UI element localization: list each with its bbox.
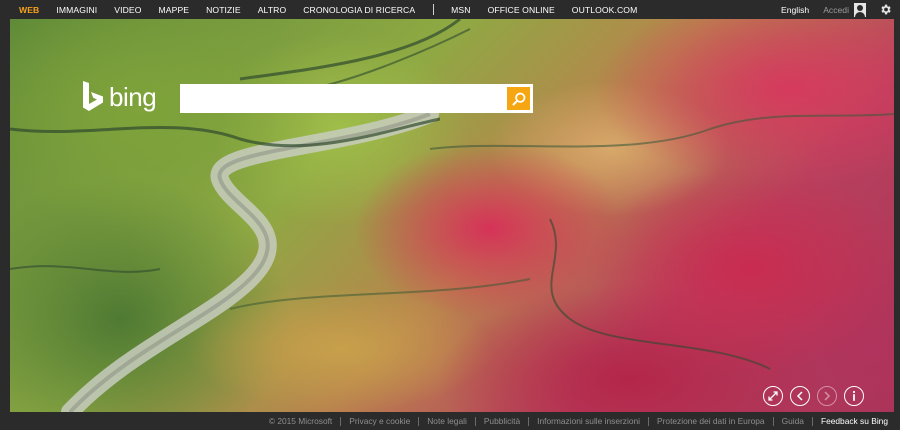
- language-link[interactable]: English: [781, 5, 809, 15]
- footer-link-help[interactable]: Guida: [782, 416, 804, 426]
- bing-wordmark: bing: [109, 81, 157, 112]
- main-nav: WEB IMMAGINI VIDEO MAPPE NOTIZIE ALTRO C…: [0, 0, 654, 19]
- nav-link-outlook[interactable]: OUTLOOK.COM: [572, 5, 638, 15]
- nav-item-immagini[interactable]: IMMAGINI: [56, 5, 97, 15]
- expand-icon: [768, 391, 778, 401]
- bing-logo-icon: [83, 81, 103, 111]
- nav-item-web[interactable]: WEB: [19, 5, 39, 15]
- search-box: [180, 84, 533, 113]
- search-button[interactable]: [507, 87, 530, 110]
- bing-homepage: WEB IMMAGINI VIDEO MAPPE NOTIZIE ALTRO C…: [0, 0, 900, 430]
- nav-link-msn[interactable]: MSN: [451, 5, 470, 15]
- copyright-text: © 2015 Microsoft: [268, 416, 333, 426]
- expand-button[interactable]: [763, 386, 783, 406]
- chevron-right-icon: [824, 391, 831, 401]
- footer-divider: [418, 416, 420, 426]
- background-image: [10, 19, 894, 412]
- next-image-button[interactable]: [817, 386, 837, 406]
- info-icon: [852, 390, 856, 401]
- gear-icon[interactable]: [879, 3, 892, 16]
- nav-item-video[interactable]: VIDEO: [114, 5, 141, 15]
- search-icon: [512, 92, 525, 105]
- footer-link-eu-privacy[interactable]: Protezione dei dati in Europa: [657, 416, 765, 426]
- nav-link-office-online[interactable]: OFFICE ONLINE: [488, 5, 555, 15]
- nav-item-altro[interactable]: ALTRO: [258, 5, 287, 15]
- footer-divider: [772, 416, 774, 426]
- bing-logo[interactable]: bing: [81, 80, 157, 114]
- river-pattern: [10, 19, 894, 412]
- footer-divider: [648, 416, 650, 426]
- footer-divider: [811, 416, 813, 426]
- footer-link-privacy[interactable]: Privacy e cookie: [349, 416, 410, 426]
- user-icon[interactable]: [854, 2, 866, 17]
- signin-link[interactable]: Accedi: [823, 5, 849, 15]
- footer-divider: [340, 416, 342, 426]
- nav-item-notizie[interactable]: NOTIZIE: [206, 5, 241, 15]
- nav-item-mappe[interactable]: MAPPE: [159, 5, 190, 15]
- footer-link-ad-info[interactable]: Informazioni sulle inserzioni: [537, 416, 640, 426]
- footer-divider: [528, 416, 530, 426]
- footer: © 2015 Microsoft Privacy e cookie Note l…: [0, 412, 900, 430]
- header-tools: English Accedi: [781, 0, 900, 19]
- image-controls: [763, 386, 871, 406]
- feedback-link[interactable]: Feedback su Bing: [821, 416, 888, 426]
- footer-divider: [474, 416, 476, 426]
- top-bar: WEB IMMAGINI VIDEO MAPPE NOTIZIE ALTRO C…: [0, 0, 900, 19]
- footer-link-legal[interactable]: Note legali: [427, 416, 467, 426]
- previous-image-button[interactable]: [790, 386, 810, 406]
- info-button[interactable]: [844, 386, 864, 406]
- nav-divider: [433, 4, 435, 15]
- chevron-left-icon: [796, 391, 803, 401]
- nav-item-cronologia[interactable]: CRONOLOGIA DI RICERCA: [303, 5, 415, 15]
- search-input[interactable]: [180, 84, 506, 113]
- footer-link-advertising[interactable]: Pubblicità: [484, 416, 520, 426]
